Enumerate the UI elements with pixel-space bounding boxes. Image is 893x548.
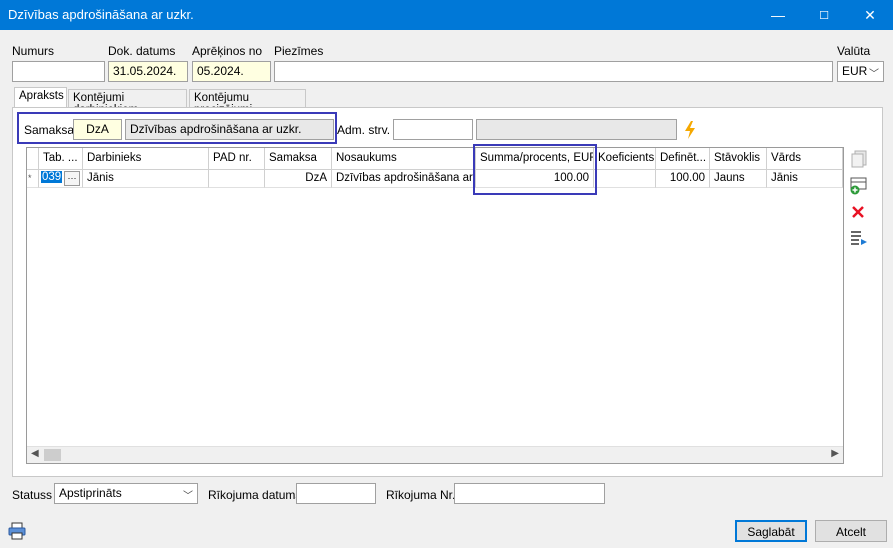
aprekinos-no-label: Aprēķinos no [192, 44, 263, 58]
tab-kontejumi-darbiniekiem[interactable]: Kontējumi darbiniekiem [68, 89, 187, 116]
piezimes-field[interactable] [274, 61, 833, 82]
rikojuma-datums-field[interactable] [296, 483, 376, 504]
delete-icon[interactable] [850, 204, 866, 220]
numurs-field[interactable] [12, 61, 105, 82]
lightning-icon[interactable] [684, 121, 696, 139]
title-bar: Dzīvības apdrošināšana ar uzkr. — ☐ ✕ [0, 0, 893, 30]
employee-grid: Tab. ... Darbinieks PAD nr. Samaksa Nosa… [26, 147, 844, 464]
col-header-darbinieks[interactable]: Darbinieks [83, 148, 209, 170]
table-cell-vards[interactable]: Jānis [767, 170, 843, 188]
table-cell-tab[interactable]: 039 ··· [39, 170, 83, 188]
cancel-button-label: Atcelt [835, 525, 866, 539]
table-cell-darbinieks[interactable]: Jānis [83, 170, 209, 188]
summa-column-highlight [473, 144, 597, 195]
chevron-down-icon: ﹀ [183, 491, 193, 502]
table-cell-nosaukums[interactable]: Dzīvības apdrošināšana ar ... [332, 170, 476, 188]
rikojuma-nr-field[interactable] [454, 483, 605, 504]
add-row-icon[interactable] [849, 175, 869, 195]
minimize-button[interactable]: — [755, 0, 801, 30]
col-header-vards[interactable]: Vārds [767, 148, 843, 170]
statuss-value: Apstiprināts [59, 486, 122, 500]
numurs-label: Numurs [12, 44, 55, 58]
move-rows-icon[interactable] [849, 229, 869, 247]
table-cell-koeficients[interactable] [594, 170, 656, 188]
samaksa-label: Samaksa [24, 123, 75, 137]
scroll-left-icon[interactable]: ◀ [31, 448, 39, 459]
row-indicator: * [27, 170, 39, 188]
col-header-nosaukums[interactable]: Nosaukums [332, 148, 476, 170]
maximize-button[interactable]: ☐ [801, 0, 847, 30]
col-header-definet[interactable]: Definēt... [656, 148, 710, 170]
adm-strv-field[interactable] [393, 119, 473, 140]
dok-datums-label: Dok. datums [108, 44, 176, 58]
scrollbar-thumb[interactable] [44, 449, 61, 461]
statuss-label: Statuss [12, 488, 53, 502]
tab-kontejumu-precizejumi[interactable]: Kontējumu precizējumi [189, 89, 306, 116]
horizontal-scrollbar[interactable]: ◀ ▶ [27, 446, 843, 463]
samaksa-code-field[interactable]: DzA [73, 119, 122, 140]
tab-number-value: 039 [41, 171, 63, 183]
row-indicator-header [27, 148, 39, 170]
col-header-koeficients[interactable]: Koeficients [594, 148, 656, 170]
chevron-down-icon: ﹀ [869, 69, 879, 80]
valuta-select[interactable]: EUR ﹀ [837, 61, 884, 82]
tab-apraksts[interactable]: Apraksts [14, 87, 67, 108]
table-cell-stavoklis[interactable]: Jauns [710, 170, 767, 188]
table-cell-samaksa[interactable]: DzA [265, 170, 332, 188]
aprekinos-no-field[interactable]: 05.2024. [192, 61, 271, 82]
valuta-value: EUR [842, 64, 868, 78]
save-button-label: Saglabāt [747, 525, 795, 539]
ellipsis-button[interactable]: ··· [64, 171, 80, 186]
table-cell-definet[interactable]: 100.00 [656, 170, 710, 188]
samaksa-name-field: Dzīvības apdrošināšana ar uzkr. [125, 119, 334, 140]
window-title: Dzīvības apdrošināšana ar uzkr. [8, 7, 194, 22]
col-header-samaksa[interactable]: Samaksa [265, 148, 332, 170]
piezimes-label: Piezīmes [274, 44, 324, 58]
scroll-right-icon[interactable]: ▶ [831, 448, 839, 459]
close-button[interactable]: ✕ [847, 0, 893, 30]
statuss-select[interactable]: Apstiprināts ﹀ [54, 483, 198, 504]
rikojuma-datums-label: Rīkojuma datums [208, 488, 302, 502]
copy-icon[interactable] [849, 149, 869, 169]
save-button[interactable]: Saglabāt [735, 520, 807, 542]
table-cell-pad-nr[interactable] [209, 170, 265, 188]
rikojuma-nr-label: Rīkojuma Nr. [386, 488, 456, 502]
valuta-label: Valūta [837, 44, 871, 58]
col-header-tab[interactable]: Tab. ... [39, 148, 83, 170]
tab-apraksts-label: Apraksts [19, 90, 64, 102]
dok-datums-field[interactable]: 31.05.2024. [108, 61, 188, 82]
col-header-pad-nr[interactable]: PAD nr. [209, 148, 265, 170]
adm-strv-name-field [476, 119, 677, 140]
cancel-button[interactable]: Atcelt [815, 520, 887, 542]
col-header-stavoklis[interactable]: Stāvoklis [710, 148, 767, 170]
adm-strv-label: Adm. strv. [337, 123, 391, 137]
printer-icon[interactable] [8, 522, 26, 540]
